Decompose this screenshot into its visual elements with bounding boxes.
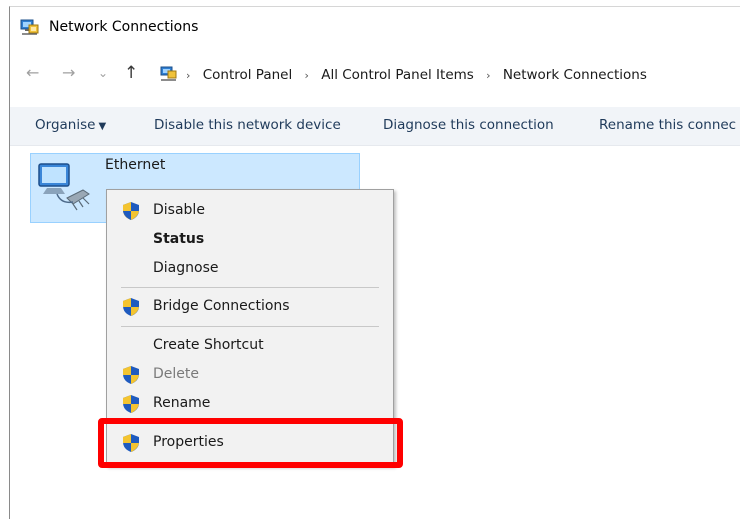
uac-shield-icon (123, 298, 139, 316)
properties-highlight-box (98, 418, 403, 468)
organise-button[interactable]: Organise ▼ (35, 117, 106, 133)
menu-label-disable: Disable (153, 202, 205, 218)
menu-item-disable[interactable]: Disable (107, 198, 393, 224)
title-bar: Network Connections (10, 7, 740, 47)
disable-device-button[interactable]: Disable this network device (154, 117, 341, 133)
menu-label-status: Status (153, 231, 205, 247)
network-connections-icon (20, 19, 39, 35)
network-connections-window: Network Connections ← → ⌄ ↑ › Control Pa… (9, 6, 740, 519)
breadcrumb-separator: › (486, 69, 491, 82)
menu-item-create-shortcut[interactable]: Create Shortcut (107, 333, 393, 359)
menu-label-delete: Delete (153, 366, 199, 382)
breadcrumb-control-panel[interactable]: Control Panel (203, 67, 293, 83)
address-bar: ← → ⌄ ↑ › Control Panel › All Control Pa… (10, 59, 740, 91)
rename-connection-button[interactable]: Rename this connec (599, 117, 736, 133)
menu-item-status[interactable]: Status (107, 227, 393, 253)
control-panel-icon (160, 66, 177, 81)
menu-item-rename[interactable]: Rename (107, 391, 393, 417)
menu-label-diagnose: Diagnose (153, 260, 219, 276)
window-title: Network Connections (49, 19, 199, 35)
up-arrow-icon[interactable]: ↑ (124, 63, 138, 83)
menu-item-bridge-connections[interactable]: Bridge Connections (107, 294, 393, 320)
menu-label-create-shortcut: Create Shortcut (153, 337, 264, 353)
uac-shield-icon (123, 202, 139, 220)
breadcrumb: › Control Panel › All Control Panel Item… (186, 67, 655, 83)
connection-name: Ethernet (105, 157, 166, 173)
uac-shield-icon (123, 395, 139, 413)
menu-separator (121, 326, 379, 327)
diagnose-connection-button[interactable]: Diagnose this connection (383, 117, 554, 133)
dropdown-arrow-icon: ▼ (98, 121, 107, 132)
breadcrumb-separator: › (304, 69, 309, 82)
recent-locations-icon[interactable]: ⌄ (98, 63, 108, 83)
menu-label-rename: Rename (153, 395, 211, 411)
breadcrumb-network-connections[interactable]: Network Connections (503, 67, 647, 83)
back-arrow-icon[interactable]: ← (26, 63, 39, 83)
breadcrumb-all-items[interactable]: All Control Panel Items (321, 67, 474, 83)
menu-separator (121, 287, 379, 288)
forward-arrow-icon[interactable]: → (62, 63, 75, 83)
command-bar: Organise ▼ Disable this network device Di… (10, 107, 740, 146)
uac-shield-icon (123, 366, 139, 384)
menu-item-delete: Delete (107, 362, 393, 388)
menu-label-bridge-connections: Bridge Connections (153, 298, 290, 314)
breadcrumb-separator: › (186, 69, 191, 82)
menu-item-diagnose[interactable]: Diagnose (107, 256, 393, 282)
organise-label: Organise (35, 117, 96, 133)
ethernet-adapter-icon (38, 163, 90, 211)
